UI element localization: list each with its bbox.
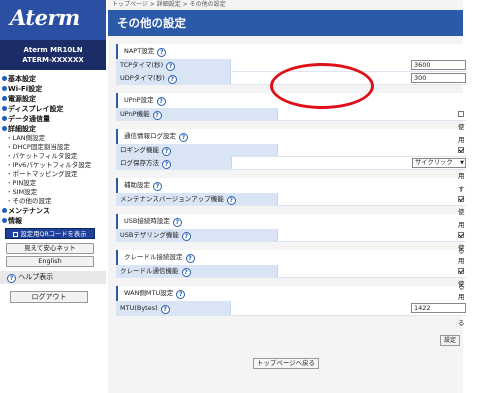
help-icon[interactable]: ? (167, 75, 177, 84)
help-icon[interactable]: ? (226, 196, 236, 205)
apply-button[interactable]: 設定 (440, 335, 460, 346)
main-content: トップページ > 詳細設定 > その他の設定 その他の設定 NAPT設定? TC… (108, 0, 466, 393)
bullet-icon (2, 96, 7, 101)
log-method-row: ログ保存方法? サイクリック ▼ (116, 157, 466, 170)
back-to-top-button[interactable]: トップページへ戻る (253, 358, 319, 369)
help-toggle[interactable]: ? ヘルプ表示 (0, 271, 106, 284)
menu-display[interactable]: ディスプレイ設定 (0, 104, 106, 114)
cradle-comm-row: クレードル通信機能? 使用する (116, 265, 466, 327)
chevron-down-icon: ▼ (460, 160, 464, 166)
bullet-icon (2, 86, 7, 91)
tcp-timer-label: TCPタイマ(秒) (120, 61, 164, 69)
section-title: 通信情報ログ設定? (116, 129, 466, 144)
upnp-row: UPnP機能? 使用する (116, 108, 466, 170)
help-icon[interactable]: ? (179, 133, 188, 142)
menu-sub-other[interactable]: ・その他の設定 (0, 197, 106, 206)
upnp-label: UPnP機能 (120, 110, 150, 118)
english-button[interactable]: English (6, 256, 94, 267)
aterm-logo: Aterm (10, 5, 80, 30)
sidebar: Aterm Aterm MR10LN ATERM-XXXXXX 基本設定 Wi-… (0, 0, 106, 393)
help-icon[interactable]: ? (153, 182, 162, 191)
tcp-timer-input[interactable]: 3600 (411, 60, 466, 70)
help-icon[interactable]: ? (176, 290, 186, 299)
bullet-icon (2, 76, 7, 81)
logging-label: ロギング機能 (120, 146, 159, 154)
log-method-label: ログ保存方法 (120, 159, 159, 167)
log-section: 通信情報ログ設定? ロギング機能? 使用する ログ保存方法? サイクリック▼ (116, 129, 466, 206)
help-icon[interactable]: ? (162, 160, 171, 169)
menu-power[interactable]: 電源設定 (0, 94, 106, 104)
aux-section: 補助設定? メンテナンスバージョンアップ機能? 使用する (116, 178, 466, 255)
help-icon[interactable]: ? (172, 218, 182, 227)
help-icon[interactable]: ? (157, 48, 167, 57)
cradle-comm-label: クレードル通信機能 (120, 267, 179, 275)
bullet-icon (2, 106, 7, 111)
section-title: 補助設定? (116, 178, 466, 193)
menu-sub-sim[interactable]: ・SIM設定 (0, 188, 106, 197)
section-title: クレードル接続設定? (116, 250, 466, 265)
usb-tether-label: USBテザリング機能 (120, 231, 179, 239)
bullet-icon (2, 116, 7, 121)
help-icon[interactable]: ? (181, 268, 191, 277)
log-method-select[interactable]: サイクリック ▼ (412, 158, 466, 168)
help-icon: ? (7, 274, 16, 283)
bullet-icon (2, 218, 7, 223)
mtu-row: MTU(Bytes)? 1422 (116, 301, 466, 316)
cradle-section: クレードル接続設定? クレードル通信機能? 使用する (116, 250, 466, 327)
wan-mtu-section: WAN側MTU設定? MTU(Bytes)? 1422 (116, 286, 466, 316)
upnp-checkbox[interactable] (458, 111, 464, 117)
menu-maintenance[interactable]: メンテナンス (0, 206, 106, 216)
udp-timer-label: UDPタイマ(秒) (120, 74, 165, 82)
maint-update-row: メンテナンスバージョンアップ機能? 使用する (116, 193, 466, 255)
model-info: Aterm MR10LN ATERM-XXXXXX (0, 40, 106, 70)
help-icon[interactable]: ? (181, 232, 191, 241)
menu-sub-dhcp[interactable]: ・DHCP固定割当設定 (0, 143, 106, 152)
udp-timer-input[interactable]: 300 (411, 73, 466, 83)
logging-row: ロギング機能? 使用する (116, 144, 466, 206)
menu-detail[interactable]: 詳細設定 (0, 124, 106, 134)
menu-sub-port-mapping[interactable]: ・ポートマッピング設定 (0, 170, 106, 179)
usb-tether-checkbox[interactable] (458, 232, 464, 238)
usb-tether-row: USBテザリング機能? 使用する (116, 229, 466, 291)
qr-icon (13, 232, 19, 237)
logout-button[interactable]: ログアウト (10, 291, 88, 303)
bullet-icon (2, 208, 7, 213)
maint-update-label: メンテナンスバージョンアップ機能 (120, 195, 224, 203)
menu-info[interactable]: 情報 (0, 216, 106, 226)
highlight-circle (270, 63, 374, 109)
menu-sub-lan[interactable]: ・LAN側設定 (0, 134, 106, 143)
maint-update-checkbox[interactable] (458, 196, 464, 202)
help-icon[interactable]: ? (166, 62, 176, 71)
help-icon[interactable]: ? (160, 305, 170, 314)
section-title: USB接続時設定? (116, 214, 466, 229)
section-title: NAPT設定? (116, 44, 466, 59)
menu-wifi[interactable]: Wi-Fi設定 (0, 84, 106, 94)
cradle-comm-checkbox[interactable] (458, 268, 464, 274)
bullet-icon (2, 126, 7, 131)
logging-checkbox[interactable] (458, 147, 464, 153)
menu-sub-packet-filter[interactable]: ・パケットフィルタ設定 (0, 152, 106, 161)
mtu-input[interactable]: 1422 (411, 303, 466, 313)
usb-section: USB接続時設定? USBテザリング機能? 使用する (116, 214, 466, 291)
help-icon[interactable]: ? (152, 111, 162, 120)
model-name: Aterm MR10LN (23, 46, 83, 54)
help-icon[interactable]: ? (162, 147, 171, 156)
menu-basic[interactable]: 基本設定 (0, 74, 106, 84)
device-name: ATERM-XXXXXX (22, 56, 84, 64)
page-title: その他の設定 (108, 10, 463, 36)
help-icon[interactable]: ? (185, 254, 195, 263)
mtu-label: MTU(Bytes) (120, 304, 158, 312)
easy-net-button[interactable]: 見えて安心ネット (6, 243, 94, 254)
section-title: WAN側MTU設定? (116, 286, 466, 301)
sidebar-menu: 基本設定 Wi-Fi設定 電源設定 ディスプレイ設定 データ通信量 詳細設定 ・… (0, 70, 106, 226)
logo-bar: Aterm (0, 0, 106, 40)
help-icon[interactable]: ? (156, 97, 166, 106)
breadcrumb: トップページ > 詳細設定 > その他の設定 (112, 1, 226, 8)
qr-code-button[interactable]: 設定用QRコードを表示 (5, 228, 95, 239)
menu-sub-pin[interactable]: ・PIN設定 (0, 179, 106, 188)
menu-sub-ipv6-filter[interactable]: ・IPv6パケットフィルタ設定 (0, 161, 106, 170)
menu-data-usage[interactable]: データ通信量 (0, 114, 106, 124)
